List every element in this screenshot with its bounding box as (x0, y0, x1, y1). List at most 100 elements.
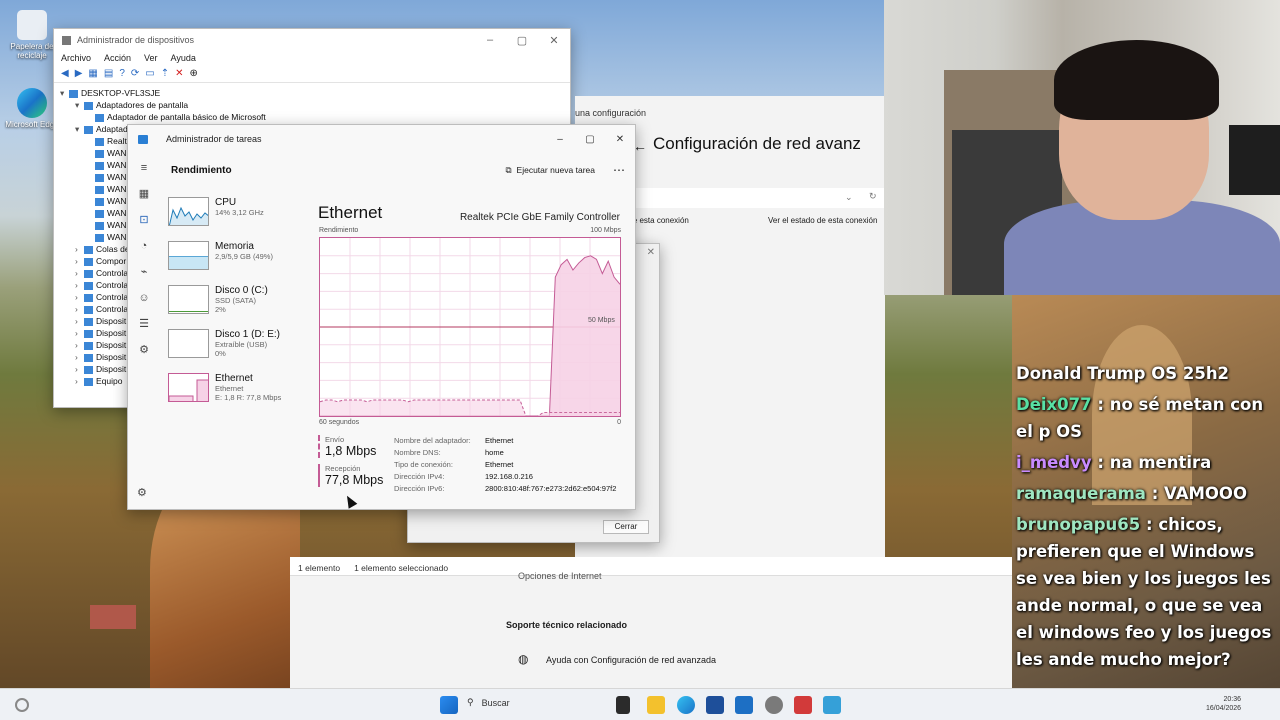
forward-icon[interactable]: ▶ (75, 68, 83, 79)
chat-username[interactable]: brunopapu65 (1016, 515, 1140, 534)
graph-label: Rendimiento (319, 227, 359, 234)
menu-accion[interactable]: Acción (104, 53, 131, 63)
startup-apps-icon[interactable]: ⌁ (128, 259, 160, 285)
refresh-icon[interactable]: ↻ (869, 191, 877, 202)
processes-icon[interactable]: ▦ (128, 181, 160, 207)
scan-icon[interactable]: ⟳ (131, 68, 139, 79)
close-dialog-button[interactable]: Cerrar (603, 520, 649, 534)
chat-username[interactable]: ramaquerama (1016, 484, 1146, 503)
task-manager-header: Rendimiento ⧉ Ejecutar nueva tarea ⋯ (171, 163, 625, 177)
widgets-icon[interactable] (15, 698, 29, 712)
chevron-down-icon[interactable]: ⌄ (845, 192, 853, 203)
expand-arrow-icon[interactable]: › (75, 279, 84, 291)
throughput-stats: Envío 1,8 Mbps Recepción 77,8 Mbps (318, 435, 383, 493)
taskbar-search[interactable]: ⚲ Buscar (467, 697, 510, 708)
close-button[interactable]: ✕ (605, 134, 635, 145)
device-icon (84, 269, 93, 278)
edge-taskbar-icon[interactable] (677, 696, 695, 714)
device-tree-node[interactable]: ▾ Adaptadores de pantalla (60, 99, 564, 111)
expand-arrow-icon[interactable]: › (75, 315, 84, 327)
expand-arrow-icon[interactable]: › (75, 291, 84, 303)
expand-arrow-icon[interactable]: › (75, 243, 84, 255)
run-task-label: Ejecutar nueva tarea (516, 165, 595, 175)
minimize-button[interactable]: – (545, 134, 575, 145)
expand-arrow-icon[interactable]: ▾ (75, 123, 84, 135)
system-clock[interactable]: 20:36 16/04/2026 (1206, 695, 1241, 713)
explorer-status-bar: 1 elemento 1 elemento seleccionado (290, 557, 1012, 576)
snipping-tool-icon[interactable] (794, 696, 812, 714)
chat-username[interactable]: Deix077 (1016, 395, 1092, 414)
expand-arrow-icon[interactable]: › (75, 303, 84, 315)
app-history-icon[interactable]: ◔ (128, 233, 160, 259)
expand-arrow-icon[interactable]: › (75, 267, 84, 279)
hamburger-menu-icon[interactable]: ≡ (128, 155, 160, 181)
expand-arrow-icon[interactable]: › (75, 375, 84, 387)
resource-name: Disco 0 (C:) (215, 285, 268, 296)
device-icon (69, 89, 78, 98)
uninstall-icon[interactable]: ✕ (175, 68, 183, 79)
view-connection-status-link[interactable]: Ver el estado de esta conexión (768, 216, 877, 225)
menu-ayuda[interactable]: Ayuda (171, 53, 196, 63)
expand-arrow-icon[interactable]: › (75, 351, 84, 363)
expand-arrow-icon[interactable]: › (75, 255, 84, 267)
chat-username[interactable]: i_medvy (1016, 453, 1092, 472)
performance-icon[interactable]: ⊡ (128, 207, 160, 233)
window-title: Administrador de tareas (166, 134, 262, 144)
more-options-icon[interactable]: ⋯ (613, 163, 625, 177)
internet-options-link[interactable]: Opciones de Internet (518, 571, 602, 581)
menu-archivo[interactable]: Archivo (61, 53, 91, 63)
details-icon[interactable]: ☰ (128, 311, 160, 337)
services-icon[interactable]: ⚙ (128, 337, 160, 363)
expand-arrow-icon[interactable]: › (75, 327, 84, 339)
download-icon[interactable]: ⊕ (190, 68, 198, 79)
expand-arrow-icon[interactable]: ▾ (75, 99, 84, 111)
device-label: Colas de (96, 244, 130, 254)
device-icon (84, 341, 93, 350)
task-manager-taskbar-icon[interactable] (735, 696, 753, 714)
resource-disk-0[interactable]: Disco 0 (C:) SSD (SATA) 2% (168, 285, 306, 325)
resource-disk-1[interactable]: Disco 1 (D: E:) Extraíble (USB) 0% (168, 329, 306, 369)
expand-arrow-icon[interactable]: › (75, 363, 84, 375)
dialog-close-icon[interactable]: ✕ (647, 247, 655, 258)
menu-ver[interactable]: Ver (144, 53, 158, 63)
back-icon[interactable]: ◀ (61, 68, 69, 79)
resource-memory[interactable]: Memoria 2,9/5,9 GB (49%) (168, 241, 306, 281)
store-icon[interactable] (706, 696, 724, 714)
receive-stat: Recepción 77,8 Mbps (318, 464, 383, 487)
chat-message: ramaquerama : VAMOOO (1016, 480, 1278, 507)
device-tree-node[interactable]: Adaptador de pantalla básico de Microsof… (60, 111, 564, 123)
desktop-icon-label: Papelera de reciclaje (10, 42, 54, 60)
minimize-button[interactable]: – (474, 34, 506, 47)
settings-gear-icon[interactable]: ⚙ (137, 486, 147, 499)
help-icon[interactable]: ? (119, 68, 125, 79)
task-view-icon[interactable] (616, 696, 630, 714)
globe-icon: ◍ (518, 652, 529, 666)
update-driver-icon[interactable]: ⇡ (161, 68, 169, 79)
run-new-task-button[interactable]: ⧉ Ejecutar nueva tarea (505, 165, 595, 176)
settings-taskbar-icon[interactable] (765, 696, 783, 714)
expand-arrow-icon[interactable]: › (75, 339, 84, 351)
support-link[interactable]: Ayuda con Configuración de red avanzada (546, 655, 716, 665)
resource-name: Disco 1 (D: E:) (215, 329, 281, 340)
resource-cpu[interactable]: CPU 14% 3,12 GHz (168, 197, 306, 237)
resource-ethernet[interactable]: Ethernet Ethernet E: 1,8 R: 77,8 Mbps (168, 373, 306, 413)
maximize-button[interactable]: ▢ (575, 134, 605, 145)
file-explorer-icon[interactable] (647, 696, 665, 714)
close-button[interactable]: ✕ (538, 34, 570, 47)
device-icon (95, 221, 104, 230)
monitor-icon[interactable]: ▭ (145, 68, 154, 79)
resource-name: CPU (215, 197, 237, 208)
start-button-icon[interactable] (440, 696, 458, 714)
properties-icon[interactable]: ▤ (104, 68, 113, 79)
ethernet-thumbnail (168, 373, 209, 402)
device-tree-node[interactable]: ▾ DESKTOP-VFL3SJE (60, 87, 564, 99)
edge-icon (17, 88, 47, 118)
network-connections-icon[interactable] (823, 696, 841, 714)
device-icon (84, 365, 93, 374)
expand-arrow-icon[interactable]: ▾ (60, 87, 69, 99)
maximize-button[interactable]: ▢ (506, 34, 538, 47)
view-icon[interactable]: ▦ (88, 68, 97, 79)
users-icon[interactable]: ☺ (128, 285, 160, 311)
property-value: 192.168.0.216 (485, 472, 533, 481)
resource-name: Ethernet (215, 373, 253, 384)
